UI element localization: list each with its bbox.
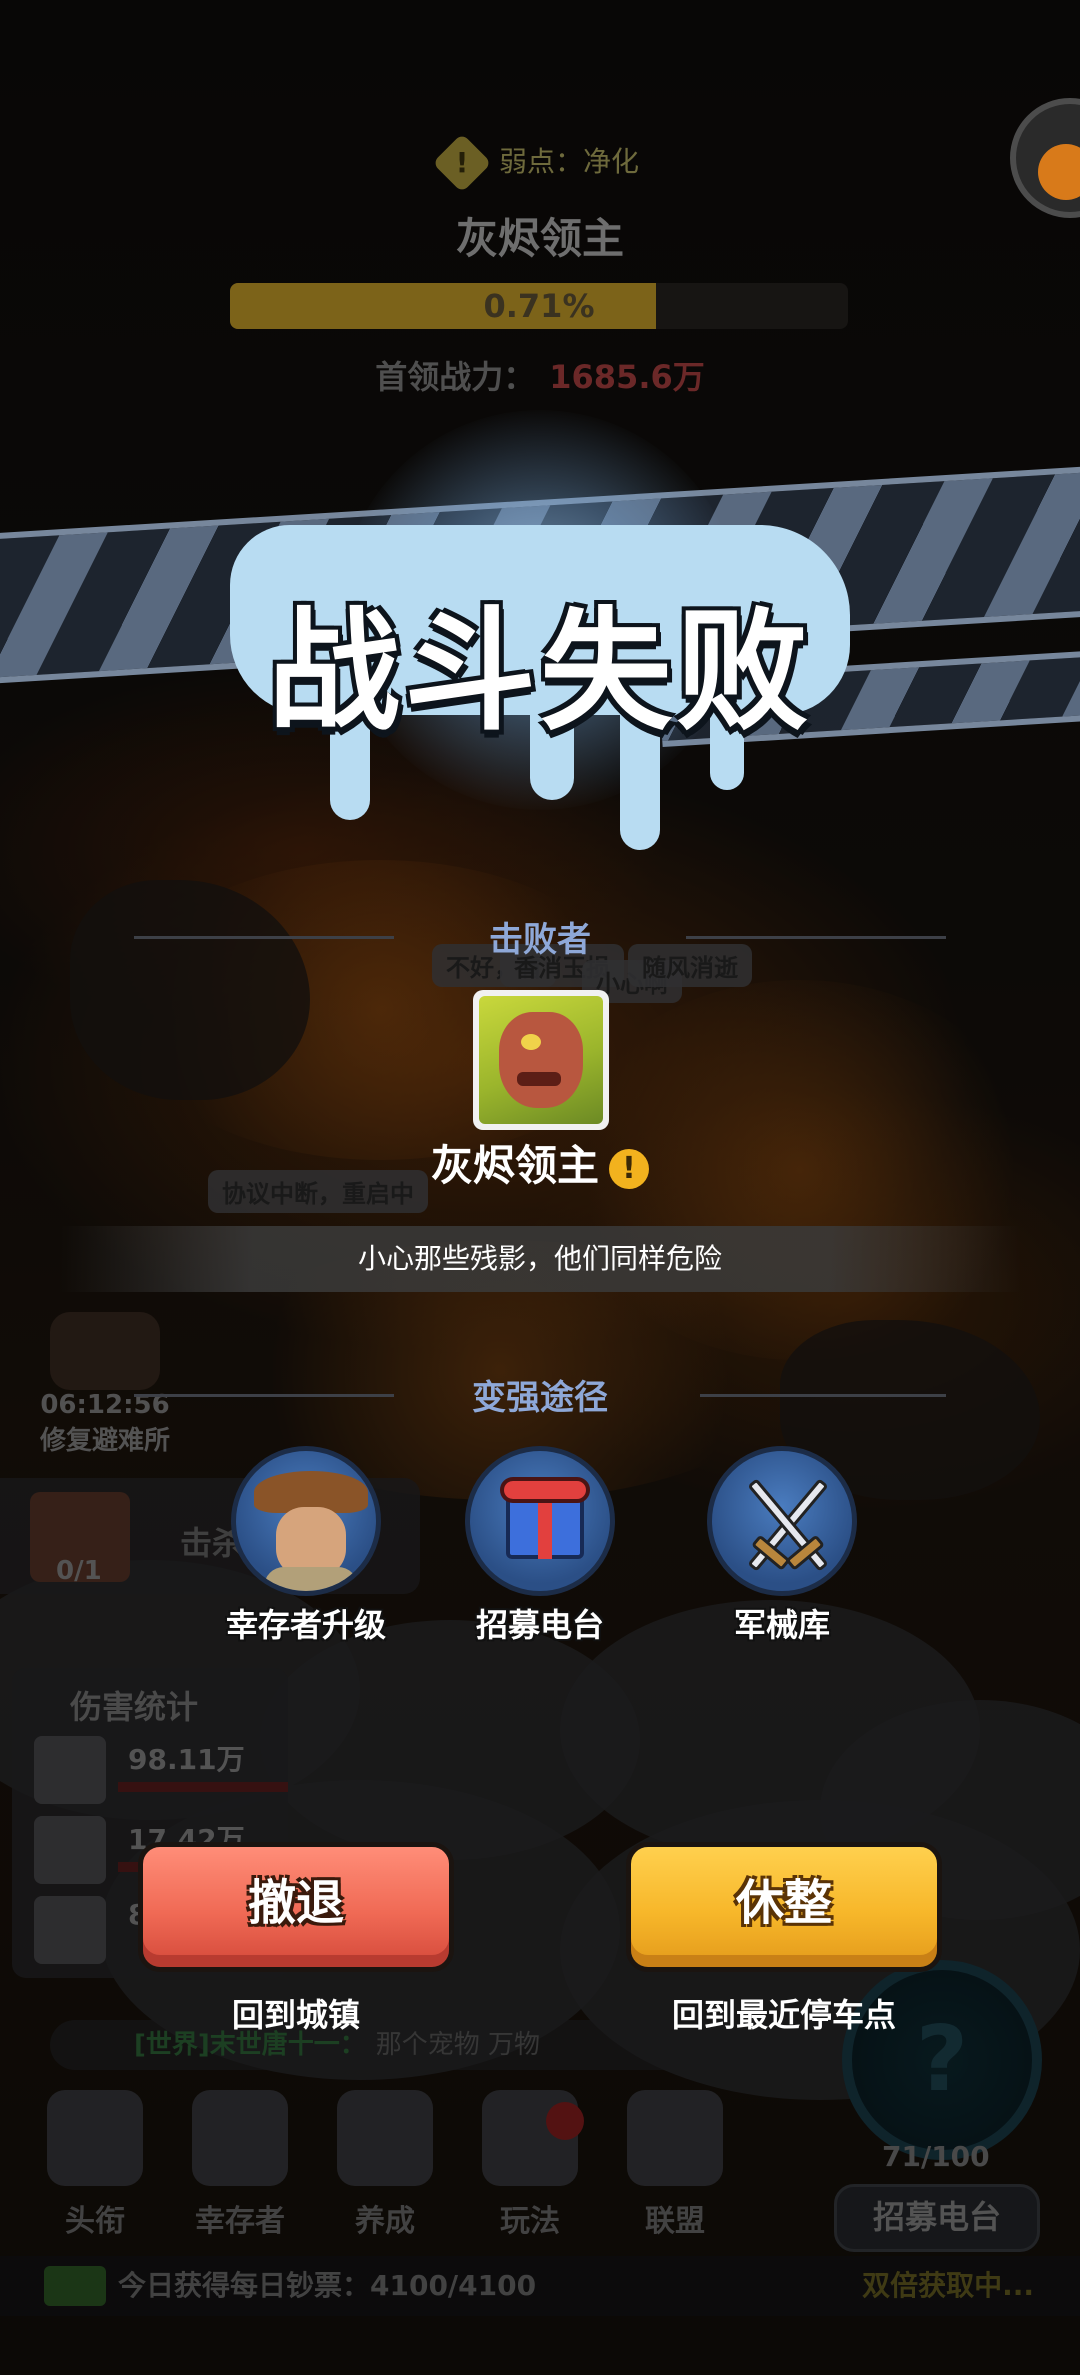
killer-section-header: 击败者 [0,912,1080,962]
boss-hp-text: 0.71% [483,287,595,325]
retreat-button[interactable]: 撤退 [138,1842,454,1972]
boss-power-row: 首领战力： 1685.6万 [0,352,1080,398]
defeat-title: 战斗失败 [268,595,812,749]
strengthen-section-header: 变强途径 [0,1370,1080,1420]
boss-hp-bar: 0.71% [230,283,848,329]
weak-point-text: 弱点：净化 [498,145,639,178]
boss-power-value: 1685.6万 [549,358,705,396]
boss-power-label: 首领战力： [375,358,536,396]
recruit-radio-option[interactable]: 招募电台 [420,1446,660,1646]
gift-box-icon [465,1446,615,1596]
rest-caption: 回到最近停车点 [671,1996,896,2034]
killer-portrait[interactable] [473,990,609,1130]
boss-name: 灰烬领主 [455,214,624,263]
warning-icon: ! [432,133,492,193]
crossed-swords-icon [707,1446,857,1596]
killer-header-label: 击败者 [489,920,591,960]
warning-icon[interactable]: ! [609,1148,649,1189]
option-label: 幸存者升级 [225,1606,386,1644]
option-label: 招募电台 [475,1606,604,1644]
killer-name-row: 灰烬领主! [0,1132,1080,1193]
retreat-caption: 回到城镇 [231,1996,360,2034]
defeat-banner: 战斗失败 [0,410,1080,880]
survivor-upgrade-option[interactable]: 幸存者升级 [186,1446,426,1646]
rest-button[interactable]: 休整 [626,1842,942,1972]
killer-tip: 小心那些残影，他们同样危险 [60,1226,1020,1292]
weak-point-row: ! 弱点：净化 [0,133,1080,193]
killer-tip-text: 小心那些残影，他们同样危险 [357,1242,722,1275]
strengthen-header-label: 变强途径 [472,1378,608,1418]
survivor-cowboy-icon [231,1446,381,1596]
killer-name: 灰烬领主 [430,1141,599,1190]
armory-option[interactable]: 军械库 [662,1446,902,1646]
option-label: 军械库 [733,1606,830,1644]
